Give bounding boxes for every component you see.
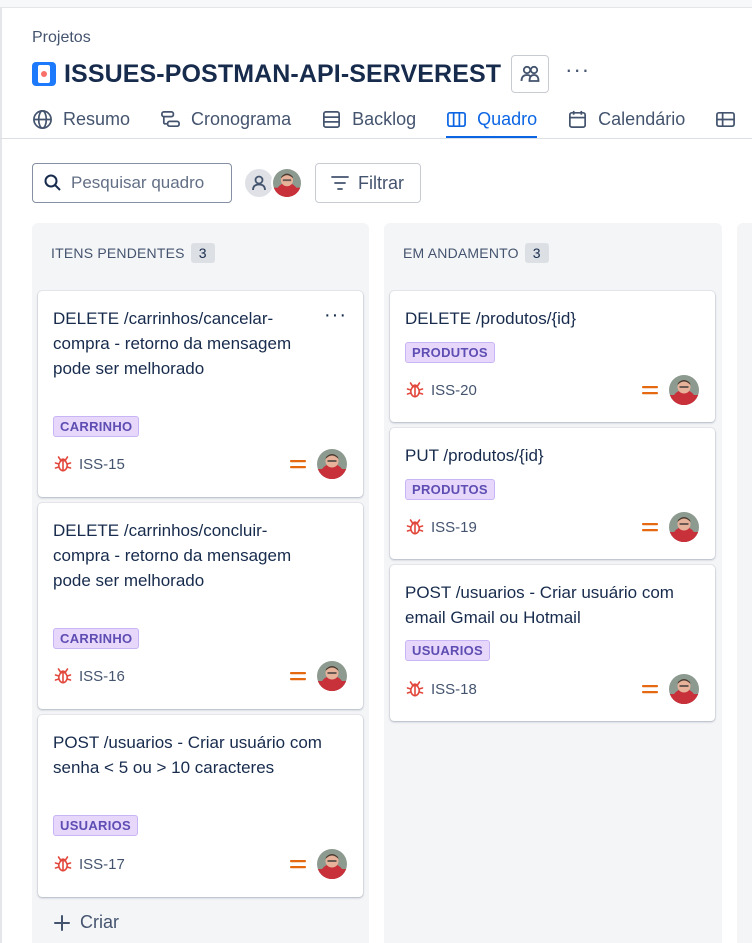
tab-backlog[interactable]: Backlog [321, 101, 416, 137]
tab-label: Calendário [598, 108, 686, 129]
card-title: POST /usuarios - Criar usuário com email… [405, 583, 674, 627]
card-title: POST /usuarios - Criar usuário com senha… [53, 733, 322, 777]
assignee-avatar[interactable] [317, 661, 347, 691]
people-icon [520, 65, 540, 82]
column-header: EM ANDAMENTO 3 [403, 243, 549, 263]
priority-medium-icon [641, 383, 659, 397]
search-icon [44, 174, 61, 191]
card-footer: ISS-20 [405, 375, 699, 405]
issue-card[interactable]: DELETE /carrinhos/concluir-compra - reto… [38, 503, 363, 709]
tab-label: Cronograma [191, 108, 292, 129]
card-more-button[interactable]: ··· [324, 304, 347, 327]
card-label: USUARIOS [53, 815, 139, 836]
card-title: DELETE /carrinhos/cancelar-compra - reto… [53, 309, 292, 378]
create-issue-button[interactable]: Criar [52, 912, 119, 933]
team-button[interactable] [511, 55, 550, 93]
card-title: DELETE /produtos/{id} [405, 309, 577, 328]
assignee-avatar[interactable] [317, 449, 347, 479]
calendar-icon [569, 110, 587, 128]
filter-icon [331, 176, 349, 190]
tab-label: Backlog [352, 108, 417, 129]
person-icon [252, 175, 266, 191]
assignee-filter-avatars [243, 167, 305, 199]
column-title: EM ANDAMENTO [403, 245, 519, 261]
assignee-avatar[interactable] [669, 674, 699, 704]
window-left-border [0, 8, 2, 943]
assignee-avatar[interactable] [317, 849, 347, 879]
tab-label: Resumo [63, 108, 131, 129]
card-label: CARRINHO [53, 416, 140, 437]
card-footer: ISS-15 [53, 449, 347, 479]
assignee-avatar[interactable] [669, 512, 699, 542]
bug-icon [53, 854, 73, 874]
timeline-icon [161, 110, 180, 127]
priority-medium-icon [641, 682, 659, 696]
project-avatar-icon [32, 62, 56, 86]
tab-label: Quadro [477, 108, 538, 129]
board-icon [447, 111, 467, 127]
card-label: USUARIOS [405, 640, 491, 661]
column-count-badge: 3 [524, 243, 549, 263]
column-title: ITENS PENDENTES [51, 245, 185, 261]
issue-key[interactable]: ISS-16 [79, 668, 125, 685]
more-actions-button[interactable]: ··· [565, 59, 590, 89]
issue-key[interactable]: ISS-20 [431, 382, 477, 399]
breadcrumb[interactable]: Projetos [32, 29, 91, 47]
board-search[interactable] [32, 163, 232, 203]
priority-medium-icon [289, 457, 307, 471]
bug-icon [53, 454, 73, 474]
globe-icon [33, 109, 52, 129]
column-count-badge: 3 [190, 243, 215, 263]
bug-icon [405, 679, 425, 699]
tabs-divider [0, 138, 752, 139]
column-header: ITENS PENDENTES 3 [51, 243, 215, 263]
filter-label: Filtrar [358, 172, 404, 193]
issue-card[interactable]: PUT /produtos/{id} PRODUTOS ISS-19 [390, 428, 715, 559]
priority-medium-icon [289, 857, 307, 871]
issue-card[interactable]: DELETE /carrinhos/cancelar-compra - reto… [38, 291, 363, 497]
card-footer: ISS-19 [405, 512, 699, 542]
issue-card[interactable]: POST /usuarios - Criar usuário com email… [390, 565, 715, 721]
bug-icon [405, 517, 425, 537]
user-avatar[interactable] [271, 167, 303, 199]
page-title: ISSUES-POSTMAN-API-SERVEREST [64, 59, 502, 88]
tab-quadro[interactable]: Quadro [446, 101, 538, 139]
card-title: DELETE /carrinhos/concluir-compra - reto… [53, 521, 292, 590]
tab-calendario[interactable]: Calendário [567, 101, 685, 137]
issue-key[interactable]: ISS-17 [79, 856, 125, 873]
card-footer: ISS-18 [405, 674, 699, 704]
tab-resumo[interactable]: Resumo [32, 101, 130, 137]
list-view-icon [716, 111, 736, 127]
priority-medium-icon [641, 520, 659, 534]
project-header: ISSUES-POSTMAN-API-SERVEREST ··· [32, 55, 590, 93]
assignee-avatar[interactable] [669, 375, 699, 405]
card-footer: ISS-17 [53, 849, 347, 879]
card-label: CARRINHO [53, 628, 140, 649]
column-em-andamento: EM ANDAMENTO 3 DELETE /produtos/{id} PRO… [384, 223, 722, 943]
search-input[interactable] [71, 173, 231, 193]
issue-key[interactable]: ISS-19 [431, 519, 477, 536]
issue-key[interactable]: ISS-18 [431, 681, 477, 698]
plus-icon [54, 914, 70, 931]
project-tabs: Resumo Cronograma Backlog Quadro Calendá… [32, 101, 752, 139]
bug-icon [53, 666, 73, 686]
card-title: PUT /produtos/{id} [405, 446, 544, 465]
tab-list[interactable] [715, 101, 746, 137]
column-partial [737, 223, 752, 943]
column-itens-pendentes: ITENS PENDENTES 3 DELETE /carrinhos/canc… [32, 223, 369, 943]
tab-cronograma[interactable]: Cronograma [160, 101, 291, 137]
bug-icon [405, 380, 425, 400]
issue-key[interactable]: ISS-15 [79, 456, 125, 473]
window-top-bar [0, 0, 752, 8]
filter-button[interactable]: Filtrar [315, 163, 421, 203]
create-label: Criar [80, 912, 119, 932]
card-label: PRODUTOS [405, 479, 495, 500]
backlog-icon [323, 110, 341, 128]
issue-card[interactable]: DELETE /produtos/{id} PRODUTOS ISS-20 [390, 291, 715, 422]
issue-card[interactable]: POST /usuarios - Criar usuário com senha… [38, 715, 363, 897]
priority-medium-icon [289, 669, 307, 683]
card-label: PRODUTOS [405, 342, 495, 363]
card-footer: ISS-16 [53, 661, 347, 691]
